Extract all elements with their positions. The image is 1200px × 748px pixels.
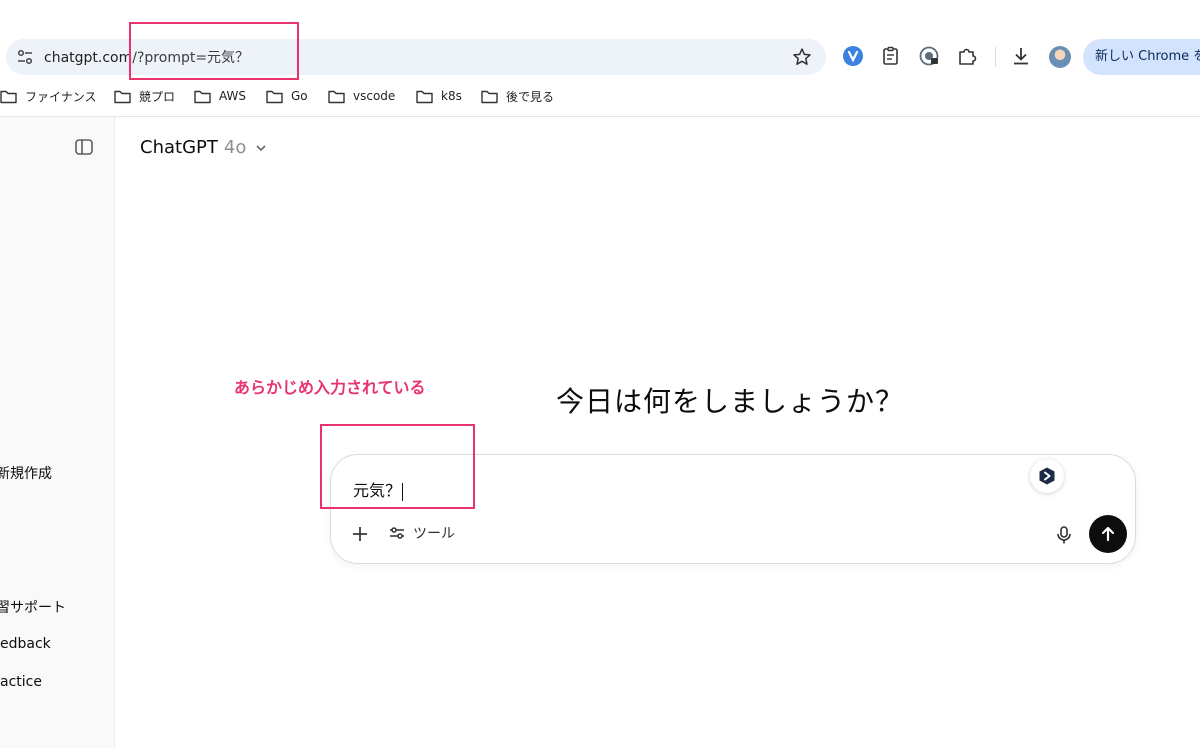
bookmark-label: AWS [219, 89, 247, 103]
clipboard-icon[interactable] [880, 45, 902, 67]
model-version: 4o [223, 137, 247, 158]
profile-avatar[interactable] [1049, 46, 1071, 68]
chrome-update-button[interactable]: 新しい Chrome を [1083, 39, 1200, 75]
chevron-down-icon [256, 144, 266, 151]
bookmark-folder-read-later[interactable]: 後で見る [481, 86, 554, 106]
folder-icon [328, 90, 345, 103]
plus-icon[interactable] [351, 525, 369, 543]
bookmark-folder-vscode[interactable]: vscode [328, 86, 395, 106]
sidebar: 新規作成 習サポート edback actice [0, 117, 115, 748]
download-icon[interactable] [1010, 45, 1032, 67]
annotation-box-url [129, 22, 299, 80]
bookmark-folder-go[interactable]: Go [266, 86, 308, 106]
model-name: ChatGPT [140, 137, 218, 158]
bookmark-label: ファイナンス [25, 89, 97, 104]
bookmark-folder-k8s[interactable]: k8s [416, 86, 462, 106]
extension-floating-button[interactable] [1030, 459, 1064, 493]
shield-icon[interactable] [918, 45, 940, 67]
toolbar-divider [995, 47, 996, 67]
sidebar-item-new[interactable]: 新規作成 [0, 463, 52, 483]
annotation-box-input [320, 424, 475, 509]
tools-button[interactable]: ツール [389, 523, 455, 543]
toolbar-separator [0, 116, 1200, 117]
bookmark-folder-kyopro[interactable]: 競プロ [114, 86, 175, 106]
bookmark-label: 後で見る [506, 89, 555, 104]
bookmark-label: k8s [441, 89, 462, 103]
bookmark-label: vscode [353, 89, 396, 103]
sidebar-toggle-icon[interactable] [74, 137, 94, 157]
site-settings-icon[interactable] [16, 48, 34, 66]
bookmark-label: Go [291, 89, 308, 103]
bookmark-folder-aws[interactable]: AWS [194, 86, 246, 106]
folder-icon [0, 90, 17, 103]
sidebar-item-feedback[interactable]: edback [0, 636, 51, 652]
page-title: 今日は何をしましょうか？ [556, 385, 905, 418]
sidebar-item-learning-support[interactable]: 習サポート [0, 597, 66, 617]
folder-icon [114, 90, 131, 103]
url-host: chatgpt.com [44, 50, 133, 66]
bookmark-label: 競プロ [139, 89, 176, 104]
send-button[interactable] [1089, 515, 1127, 553]
star-icon[interactable] [792, 47, 812, 67]
extension-logo-icon [1039, 467, 1055, 485]
mic-icon[interactable] [1055, 525, 1073, 545]
model-switcher[interactable]: ChatGPT 4o [140, 137, 268, 158]
arrow-up-icon [1101, 526, 1115, 542]
folder-icon [194, 90, 211, 103]
bookmarks-bar: ファイナンス 競プロ AWS Go vscode k8s 後で見る [0, 82, 1200, 108]
annotation-label: あらかじめ入力されている [234, 378, 426, 397]
folder-icon [481, 90, 498, 103]
bookmark-folder-finance[interactable]: ファイナンス [0, 86, 97, 106]
sliders-icon [390, 527, 404, 539]
folder-icon [416, 90, 433, 103]
extension-icon[interactable] [842, 45, 864, 67]
sidebar-item-practice[interactable]: actice [0, 674, 42, 690]
puzzle-icon[interactable] [956, 45, 978, 67]
folder-icon [266, 90, 283, 103]
tools-label: ツール [413, 526, 455, 542]
